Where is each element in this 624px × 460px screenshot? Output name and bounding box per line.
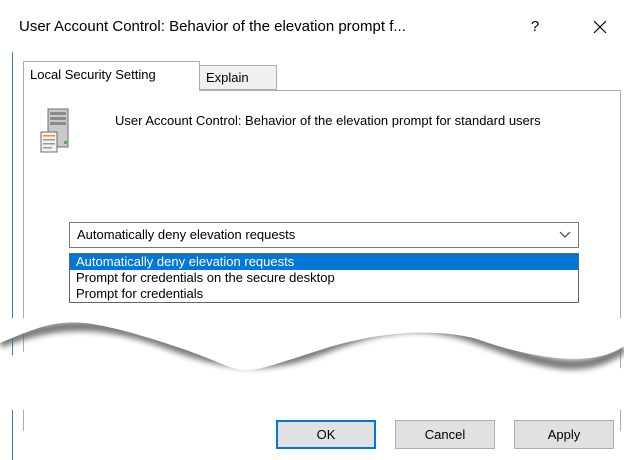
chevron-down-icon[interactable]: [559, 231, 571, 239]
cancel-button[interactable]: Cancel: [395, 420, 495, 449]
title-bar[interactable]: User Account Control: Behavior of the el…: [0, 0, 624, 48]
option-automatically-deny[interactable]: Automatically deny elevation requests: [70, 254, 578, 270]
help-button[interactable]: ?: [520, 14, 550, 40]
option-prompt-credentials[interactable]: Prompt for credentials: [70, 286, 578, 302]
policy-description: User Account Control: Behavior of the el…: [115, 113, 541, 128]
ok-button[interactable]: OK: [276, 420, 376, 449]
setting-selected-value: Automatically deny elevation requests: [77, 227, 296, 242]
tab-explain[interactable]: Explain: [199, 65, 277, 90]
setting-dropdown-list: Automatically deny elevation requests Pr…: [69, 253, 579, 303]
torn-edge-divider: [0, 318, 624, 410]
security-setting-dialog: User Account Control: Behavior of the el…: [0, 0, 624, 460]
close-icon: [593, 20, 607, 34]
option-prompt-credentials-secure-desktop[interactable]: Prompt for credentials on the secure des…: [70, 270, 578, 286]
setting-dropdown[interactable]: Automatically deny elevation requests: [69, 222, 579, 248]
server-computer-icon: [40, 108, 69, 153]
close-button[interactable]: [585, 14, 615, 40]
window-title: User Account Control: Behavior of the el…: [19, 18, 406, 35]
tab-local-security-setting[interactable]: Local Security Setting: [23, 61, 200, 91]
apply-button[interactable]: Apply: [514, 420, 614, 449]
